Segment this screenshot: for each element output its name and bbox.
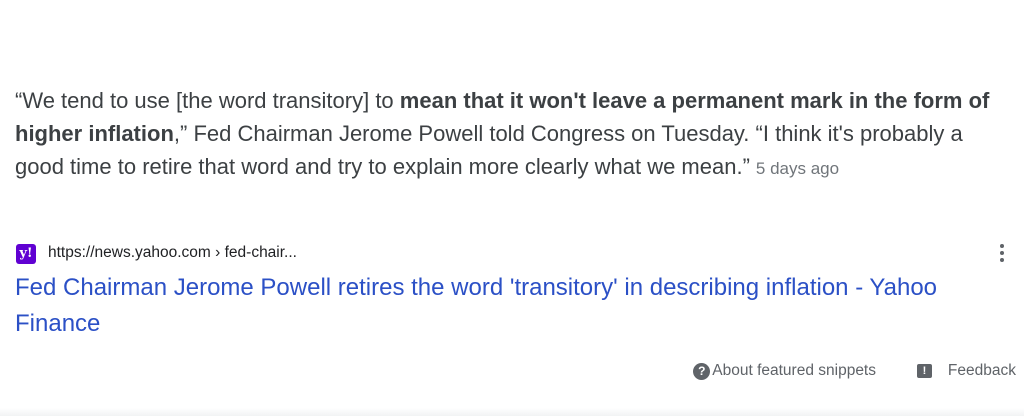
- source-url[interactable]: https://news.yahoo.com › fed-chair...: [48, 244, 297, 262]
- more-options-icon[interactable]: [998, 244, 1006, 266]
- featured-snippet-card: “We tend to use [the word transitory] to…: [0, 0, 1024, 416]
- about-featured-snippets-link[interactable]: ? About featured snippets: [693, 362, 876, 380]
- feedback-icon: !: [916, 364, 932, 378]
- snippet-text: “We tend to use [the word transitory] to…: [15, 84, 1005, 185]
- result-title-link[interactable]: Fed Chairman Jerome Powell retires the w…: [15, 270, 1015, 342]
- menu-dot: [1000, 251, 1004, 255]
- yahoo-favicon-icon[interactable]: y!: [16, 244, 36, 264]
- snippet-date: 5 days ago: [755, 159, 840, 178]
- card-bottom-edge: [0, 408, 1024, 416]
- source-row: y! https://news.yahoo.com › fed-chair...: [16, 242, 1016, 268]
- snippet-text-part-1: “We tend to use [the word transitory] to: [15, 88, 400, 113]
- help-icon: ?: [693, 362, 711, 380]
- about-featured-snippets-label: About featured snippets: [712, 362, 876, 379]
- menu-dot: [1000, 244, 1004, 248]
- menu-dot: [1000, 258, 1004, 262]
- feedback-link[interactable]: ! Feedback: [916, 362, 1016, 380]
- feedback-label: Feedback: [947, 362, 1016, 379]
